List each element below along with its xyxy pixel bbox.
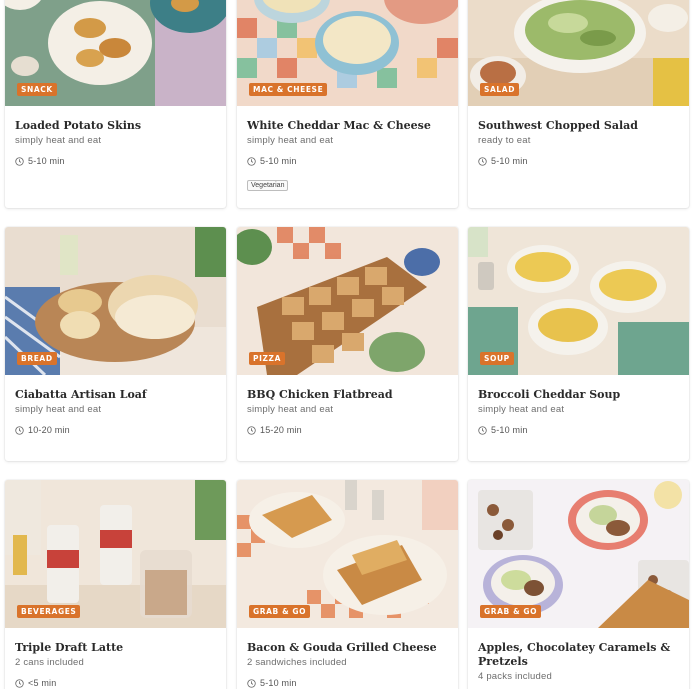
- category-tag: MAC & CHEESE: [249, 83, 328, 96]
- product-title: Apples, Chocolatey Caramels & Pretzels: [478, 641, 671, 668]
- product-subtitle: simply heat and eat: [478, 404, 565, 415]
- clock-icon: [247, 678, 256, 688]
- clock-icon: [478, 156, 487, 166]
- product-title: Southwest Chopped Salad: [478, 119, 638, 132]
- product-image: PIZZA: [237, 227, 458, 375]
- clock-icon: [15, 156, 24, 166]
- product-subtitle: simply heat and eat: [15, 404, 102, 415]
- prep-time: 5-10 min: [478, 425, 679, 435]
- product-card-southwest-salad[interactable]: SALAD Southwest Chopped Salad ready to e…: [468, 0, 689, 208]
- product-card-white-cheddar-mac[interactable]: MAC & CHEESE White Cheddar Mac & Cheese …: [237, 0, 458, 208]
- prep-time: 5-10 min: [247, 156, 448, 166]
- product-card-bbq-flatbread[interactable]: PIZZA BBQ Chicken Flatbread simply heat …: [237, 227, 458, 461]
- prep-time-value: 5-10 min: [260, 678, 297, 688]
- category-tag: GRAB & GO: [480, 605, 542, 618]
- category-tag: GRAB & GO: [249, 605, 311, 618]
- prep-time: <5 min: [15, 678, 216, 688]
- product-title: BBQ Chicken Flatbread: [247, 388, 393, 401]
- product-card-bacon-gouda-grilled-cheese[interactable]: GRAB & GO Bacon & Gouda Grilled Cheese 2…: [237, 480, 458, 689]
- prep-time-value: 5-10 min: [491, 156, 528, 166]
- prep-time: 5-10 min: [15, 156, 216, 166]
- dietary-badge: Vegetarian: [247, 180, 289, 191]
- prep-time: 15-20 min: [247, 425, 448, 435]
- prep-time-value: 10-20 min: [28, 425, 70, 435]
- prep-time: 5-10 min: [247, 678, 448, 688]
- clock-icon: [247, 156, 256, 166]
- category-tag: BREAD: [17, 352, 57, 365]
- product-subtitle: ready to eat: [478, 135, 531, 146]
- product-title: Broccoli Cheddar Soup: [478, 388, 621, 401]
- product-image: SNACK: [5, 0, 226, 106]
- product-card-loaded-potato-skins[interactable]: SNACK Loaded Potato Skins simply heat an…: [5, 0, 226, 208]
- product-subtitle: 2 sandwiches included: [247, 657, 347, 668]
- product-subtitle: 2 cans included: [15, 657, 85, 668]
- prep-time: 10-20 min: [15, 425, 216, 435]
- product-subtitle: simply heat and eat: [15, 135, 102, 146]
- product-image: MAC & CHEESE: [237, 0, 458, 106]
- product-title: Ciabatta Artisan Loaf: [15, 388, 147, 401]
- product-image: SOUP: [468, 227, 689, 375]
- product-image: GRAB & GO: [468, 480, 689, 628]
- product-image: GRAB & GO: [237, 480, 458, 628]
- product-image: BREAD: [5, 227, 226, 375]
- product-image: SALAD: [468, 0, 689, 106]
- category-tag: SALAD: [480, 83, 520, 96]
- prep-time-value: 5-10 min: [491, 425, 528, 435]
- product-card-apples-caramels-pretzels[interactable]: GRAB & GO Apples, Chocolatey Caramels & …: [468, 480, 689, 689]
- product-title: Loaded Potato Skins: [15, 119, 142, 132]
- product-card-broccoli-soup[interactable]: SOUP Broccoli Cheddar Soup simply heat a…: [468, 227, 689, 461]
- category-tag: SNACK: [17, 83, 57, 96]
- product-subtitle: simply heat and eat: [247, 404, 334, 415]
- category-tag: BEVERAGES: [17, 605, 81, 618]
- product-title: White Cheddar Mac & Cheese: [247, 119, 431, 132]
- prep-time-value: 5-10 min: [28, 156, 65, 166]
- prep-time-value: 15-20 min: [260, 425, 302, 435]
- prep-time-value: 5-10 min: [260, 156, 297, 166]
- product-card-ciabatta-loaf[interactable]: BREAD Ciabatta Artisan Loaf simply heat …: [5, 227, 226, 461]
- clock-icon: [15, 678, 24, 688]
- clock-icon: [478, 425, 487, 435]
- category-tag: SOUP: [480, 352, 514, 365]
- clock-icon: [247, 425, 256, 435]
- product-title: Bacon & Gouda Grilled Cheese: [247, 641, 437, 654]
- prep-time: 5-10 min: [478, 156, 679, 166]
- product-title: Triple Draft Latte: [15, 641, 124, 654]
- product-subtitle: 4 packs included: [478, 671, 552, 682]
- product-card-triple-draft-latte[interactable]: BEVERAGES Triple Draft Latte 2 cans incl…: [5, 480, 226, 689]
- category-tag: PIZZA: [249, 352, 285, 365]
- product-subtitle: simply heat and eat: [247, 135, 334, 146]
- clock-icon: [15, 425, 24, 435]
- prep-time-value: <5 min: [28, 678, 57, 688]
- product-image: BEVERAGES: [5, 480, 226, 628]
